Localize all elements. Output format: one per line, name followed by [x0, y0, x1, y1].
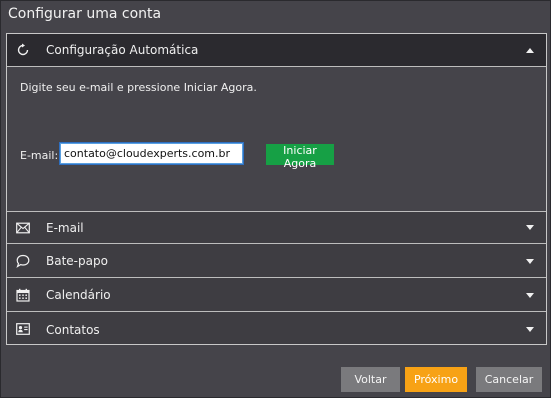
- contact-card-icon: [15, 321, 31, 337]
- section-label-chat: Bate-papo: [46, 254, 108, 268]
- chevron-down-icon: [526, 327, 534, 332]
- email-field-label: E-mail:: [20, 149, 59, 162]
- chevron-up-icon: [526, 47, 534, 53]
- chevron-down-icon: [526, 292, 534, 298]
- section-label-calendar: Calendário: [46, 288, 111, 302]
- chat-bubble-icon: [15, 253, 31, 269]
- start-now-button[interactable]: Iniciar Agora: [266, 144, 334, 170]
- auto-config-body: Digite seu e-mail e pressione Iniciar Ag…: [7, 67, 546, 211]
- cancel-button[interactable]: Cancelar: [476, 367, 542, 392]
- chevron-down-icon: [526, 258, 534, 264]
- dialog-title: Configurar uma conta: [8, 6, 162, 22]
- chevron-down-icon: [526, 225, 534, 230]
- envelope-icon: [15, 220, 31, 236]
- section-label-email: E-mail: [46, 220, 84, 235]
- calendar-icon: [15, 287, 31, 303]
- account-setup-dialog: Configurar uma conta Configuração Automá…: [0, 0, 551, 398]
- section-header-email[interactable]: E-mail: [7, 211, 546, 244]
- section-header-auto[interactable]: Configuração Automática: [7, 34, 546, 67]
- refresh-icon: [15, 42, 31, 58]
- email-input[interactable]: [59, 142, 244, 165]
- instruction-text: Digite seu e-mail e pressione Iniciar Ag…: [20, 81, 257, 94]
- section-header-chat[interactable]: Bate-papo: [7, 245, 546, 278]
- next-button[interactable]: Próximo: [405, 367, 467, 392]
- section-header-contacts[interactable]: Contatos: [7, 313, 546, 346]
- section-label-auto: Configuração Automática: [46, 43, 199, 57]
- section-header-calendar[interactable]: Calendário: [7, 279, 546, 312]
- setup-sections-panel: Configuração Automática Digite seu e-mai…: [6, 33, 547, 345]
- back-button[interactable]: Voltar: [341, 367, 400, 392]
- section-label-contacts: Contatos: [46, 322, 100, 337]
